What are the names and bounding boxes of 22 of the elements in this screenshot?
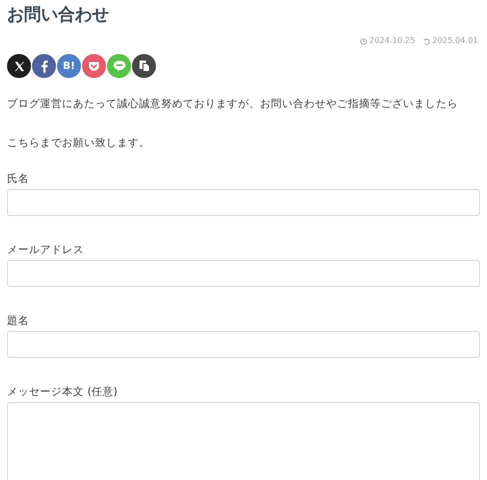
field-label: 氏名 — [7, 172, 30, 187]
field-label: メールアドレス — [7, 243, 85, 258]
input-field[interactable] — [7, 260, 480, 287]
share-button[interactable] — [132, 54, 156, 78]
clock-icon — [360, 38, 368, 44]
facebook-logo-icon — [40, 60, 48, 72]
page-title: お問い合わせ — [7, 4, 110, 26]
field-label: メッセージ本文 (任意) — [7, 385, 119, 400]
input-field[interactable] — [7, 331, 480, 358]
copy-icon — [138, 60, 150, 72]
share-button[interactable]: B! — [57, 54, 81, 78]
updated-date: 2025.04.01 — [432, 35, 478, 47]
refresh-icon — [423, 38, 430, 44]
x-logo-icon — [14, 60, 24, 72]
intro-paragraph: こちらまでお願い致します。 — [7, 136, 151, 151]
share-button[interactable] — [7, 54, 31, 78]
pocket-logo-icon — [88, 60, 100, 72]
published-date: 2024.10.25 — [369, 35, 416, 47]
input-field[interactable] — [7, 189, 480, 216]
intro-paragraph: ブログ運営にあたって誠心誠意努めておりますが、お問い合わせやご指摘等ございましたら — [7, 97, 459, 112]
speech-bubble-icon — [112, 60, 126, 72]
field-label: 題名 — [7, 314, 30, 329]
